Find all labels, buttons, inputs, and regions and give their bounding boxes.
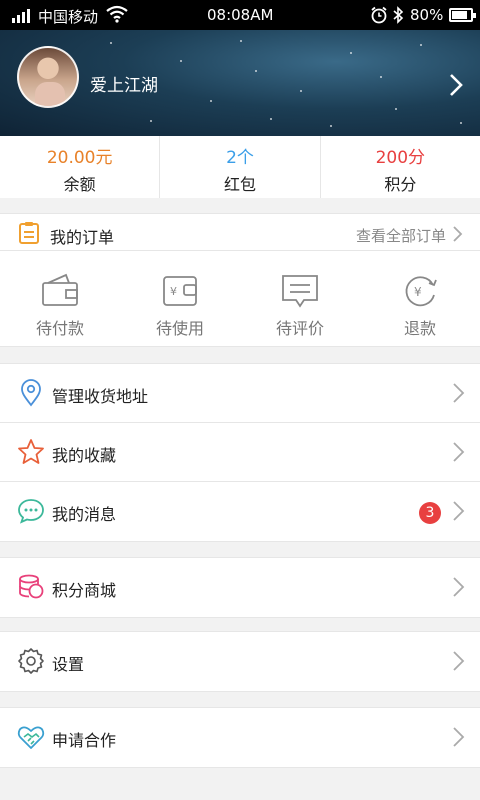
refund-icon: ¥ — [405, 276, 437, 307]
username: 爱上江湖 — [90, 76, 158, 96]
my-orders-row[interactable]: 我的订单 查看全部订单 — [0, 213, 480, 251]
chevron-right-icon — [453, 226, 463, 242]
gear-icon — [18, 648, 44, 674]
wallet-icon — [42, 273, 78, 306]
menu-item-address[interactable]: 管理收货地址 — [0, 364, 480, 423]
chevron-right-icon — [453, 727, 465, 747]
clipboard-icon — [19, 222, 39, 244]
location-pin-icon — [21, 379, 41, 407]
stat-points[interactable]: 200分 积分 — [321, 136, 480, 198]
carrier-name: 中国移动 — [38, 8, 99, 26]
battery-percent: 80% — [410, 6, 444, 24]
profile-header[interactable]: 爱上江湖 — [0, 30, 480, 136]
chevron-right-icon — [453, 442, 465, 462]
menu-item-settings[interactable]: 设置 — [0, 632, 480, 691]
comment-icon — [282, 275, 318, 308]
order-refund[interactable]: ¥ 退款 — [360, 251, 480, 346]
bluetooth-icon — [393, 6, 404, 24]
order-to-review[interactable]: 待评价 — [240, 251, 360, 346]
svg-text:¥: ¥ — [414, 285, 422, 299]
menu-group-account: 管理收货地址 我的收藏 我的消息 3 — [0, 363, 480, 542]
refund-label: 退款 — [403, 319, 436, 338]
avatar[interactable] — [17, 46, 79, 108]
view-all-orders-link[interactable]: 查看全部订单 — [356, 225, 446, 246]
order-pending-payment[interactable]: 待付款 — [0, 251, 120, 346]
unread-badge: 3 — [419, 502, 441, 524]
balance-value: 20.00元 — [46, 148, 113, 168]
chevron-right-icon — [453, 383, 465, 403]
address-label: 管理收货地址 — [52, 387, 149, 406]
settings-label: 设置 — [52, 655, 85, 674]
points-label: 积分 — [384, 175, 417, 194]
stat-balance[interactable]: 20.00元 余额 — [0, 136, 161, 198]
status-bar: 中国移动 08:08AM 80% — [0, 0, 480, 30]
menu-item-favorites[interactable]: 我的收藏 — [0, 423, 480, 482]
order-to-use[interactable]: ¥ 待使用 — [120, 251, 240, 346]
menu-group-points: 积分商城 — [0, 557, 480, 618]
balance-label: 余额 — [63, 175, 96, 194]
clock-time: 08:08AM — [207, 6, 274, 24]
handshake-heart-icon — [17, 726, 45, 749]
points-value: 200分 — [375, 148, 426, 168]
chevron-right-icon[interactable] — [446, 72, 466, 98]
account-stats: 20.00元 余额 2个 红包 200分 积分 — [0, 136, 480, 198]
menu-item-points-mall[interactable]: 积分商城 — [0, 558, 480, 617]
stat-red-packets[interactable]: 2个 红包 — [160, 136, 321, 198]
wifi-icon — [106, 5, 128, 23]
star-icon — [18, 439, 44, 464]
chevron-right-icon — [453, 577, 465, 597]
my-orders-title: 我的订单 — [50, 228, 115, 247]
red-packets-value: 2个 — [226, 148, 254, 168]
cooperation-label: 申请合作 — [52, 731, 117, 750]
messages-label: 我的消息 — [52, 505, 117, 524]
menu-group-cooperation: 申请合作 — [0, 707, 480, 768]
menu-group-settings: 设置 — [0, 631, 480, 692]
signal-icon — [12, 9, 32, 23]
red-packets-label: 红包 — [223, 175, 256, 194]
chevron-right-icon — [453, 651, 465, 671]
to-review-label: 待评价 — [275, 319, 324, 338]
points-mall-label: 积分商城 — [52, 581, 117, 600]
battery-icon — [449, 8, 476, 22]
order-status-bar: 待付款 ¥ 待使用 待评价 ¥ 退款 — [0, 251, 480, 347]
yen-wallet-icon: ¥ — [163, 276, 197, 306]
menu-item-messages[interactable]: 我的消息 3 — [0, 482, 480, 541]
chat-bubble-icon — [18, 499, 44, 524]
chevron-right-icon — [453, 501, 465, 521]
alarm-icon — [371, 6, 387, 24]
svg-text:¥: ¥ — [170, 285, 177, 298]
favorites-label: 我的收藏 — [52, 446, 117, 465]
coins-stack-icon — [19, 574, 44, 599]
pending-payment-label: 待付款 — [35, 319, 84, 338]
menu-item-cooperation[interactable]: 申请合作 — [0, 708, 480, 767]
to-use-label: 待使用 — [155, 319, 204, 338]
